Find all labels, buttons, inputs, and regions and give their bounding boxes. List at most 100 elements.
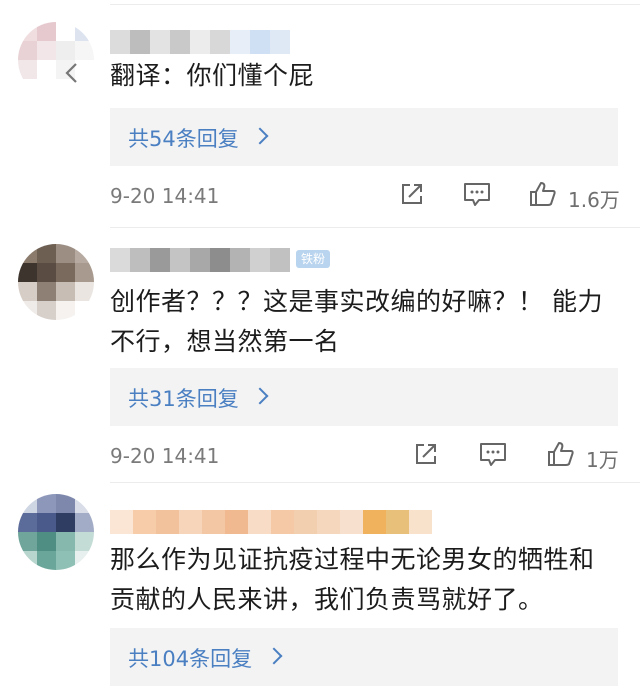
share-icon[interactable] [412, 440, 440, 472]
name-pixel [340, 510, 363, 534]
name-pixel [294, 510, 317, 534]
fan-badge: 铁粉 [296, 250, 331, 268]
comment-text: 创作者？？？这是事实改编的好嘛？！ 能力 不行，想当然第一名 [110, 282, 630, 362]
avatar-pixel [18, 41, 37, 60]
name-pixel [156, 510, 179, 534]
avatar-pixel [56, 263, 75, 282]
avatar-pixel [37, 301, 56, 320]
name-pixel [317, 510, 340, 534]
avatar-pixel [37, 263, 56, 282]
name-pixel [110, 248, 130, 272]
avatar-pixel [56, 41, 75, 60]
comment-text-line: 创作者？？？这是事实改编的好嘛？！ 能力 [110, 287, 603, 316]
name-pixel [271, 510, 294, 534]
view-replies-button[interactable]: 共31条回复 [110, 368, 618, 426]
avatar-pixel [56, 282, 75, 301]
replies-label: 共54条回复 [128, 127, 239, 151]
avatar[interactable] [18, 494, 94, 570]
avatar-pixel [18, 282, 37, 301]
replies-label: 共104条回复 [128, 647, 253, 671]
avatar-pixel [75, 244, 94, 263]
comment-meta: 9-20 14:41 1.6万 [110, 180, 620, 212]
view-replies-button[interactable]: 共54条回复 [110, 108, 618, 166]
avatar-pixel [37, 551, 56, 570]
avatar-pixel [37, 282, 56, 301]
name-pixel [230, 248, 250, 272]
avatar-pixel [18, 263, 37, 282]
avatar-pixel [18, 513, 37, 532]
back-arrow-icon[interactable] [48, 62, 94, 84]
avatar-pixel [37, 494, 56, 513]
avatar-pixel [56, 513, 75, 532]
comment-2: 铁粉 创作者？？？这是事实改编的好嘛？！ 能力 不行，想当然第一名 共31条回复… [0, 228, 640, 484]
name-pixel [225, 510, 248, 534]
avatar-pixel [56, 551, 75, 570]
username-blurred[interactable] [110, 248, 290, 272]
like-icon[interactable] [528, 180, 558, 212]
chevron-right-icon [251, 127, 269, 145]
comment-icon[interactable] [478, 440, 508, 472]
name-pixel [270, 30, 290, 54]
comment-text-line: 不行，想当然第一名 [110, 327, 340, 356]
avatar-pixel [75, 513, 94, 532]
avatar-pixel [56, 532, 75, 551]
avatar-pixel [75, 282, 94, 301]
name-pixel [130, 248, 150, 272]
name-pixel [110, 30, 130, 54]
avatar-pixel [75, 551, 94, 570]
avatar[interactable] [18, 244, 94, 320]
timestamp: 9-20 14:41 [110, 444, 220, 468]
like-icon[interactable] [546, 440, 576, 472]
name-pixel [363, 510, 386, 534]
view-replies-button[interactable]: 共104条回复 [110, 628, 618, 686]
avatar-pixel [37, 41, 56, 60]
avatar[interactable] [18, 22, 94, 98]
name-pixel [250, 248, 270, 272]
name-pixel [190, 248, 210, 272]
replies-label: 共31条回复 [128, 387, 239, 411]
avatar-pixel [37, 22, 56, 41]
name-pixel [130, 30, 150, 54]
avatar-pixel [18, 551, 37, 570]
comment-3: 那么作为见证抗疫过程中无论男女的牺牲和 贡献的人民来讲，我们负责骂就好了。 共1… [0, 484, 640, 697]
comment-1: 翻译：你们懂个屁 共54条回复 9-20 14:41 1.6万 [0, 0, 640, 228]
avatar-pixel [18, 79, 37, 98]
avatar-pixel [37, 513, 56, 532]
name-pixel [202, 510, 225, 534]
name-pixel [179, 510, 202, 534]
avatar-pixel [56, 22, 75, 41]
comment-meta: 9-20 14:41 1万 [110, 440, 620, 472]
avatar-pixel [75, 41, 94, 60]
username-blurred[interactable] [110, 510, 432, 534]
name-pixel [133, 510, 156, 534]
name-pixel [210, 248, 230, 272]
avatar-pixel [56, 301, 75, 320]
chevron-right-icon [265, 647, 283, 665]
avatar-pixel [18, 532, 37, 551]
comment-icon[interactable] [462, 180, 492, 212]
name-pixel [150, 248, 170, 272]
avatar-pixel [75, 494, 94, 513]
like-count: 1万 [586, 448, 619, 472]
name-pixel [170, 30, 190, 54]
divider [110, 4, 640, 5]
name-pixel [170, 248, 190, 272]
share-icon[interactable] [398, 180, 426, 212]
name-pixel [386, 510, 409, 534]
name-pixel [110, 510, 133, 534]
name-pixel [230, 30, 250, 54]
divider [110, 482, 640, 483]
avatar-pixel [75, 22, 94, 41]
avatar-pixel [75, 263, 94, 282]
comment-text-line: 贡献的人民来讲，我们负责骂就好了。 [110, 585, 544, 614]
avatar-pixel [56, 494, 75, 513]
avatar-pixel [75, 301, 94, 320]
name-pixel [248, 510, 271, 534]
comment-text: 翻译：你们懂个屁 [110, 56, 630, 96]
avatar-pixel [18, 301, 37, 320]
comment-text: 那么作为见证抗疫过程中无论男女的牺牲和 贡献的人民来讲，我们负责骂就好了。 [110, 540, 630, 620]
avatar-pixel [56, 244, 75, 263]
username-blurred[interactable] [110, 30, 290, 54]
name-pixel [250, 30, 270, 54]
chevron-right-icon [251, 387, 269, 405]
